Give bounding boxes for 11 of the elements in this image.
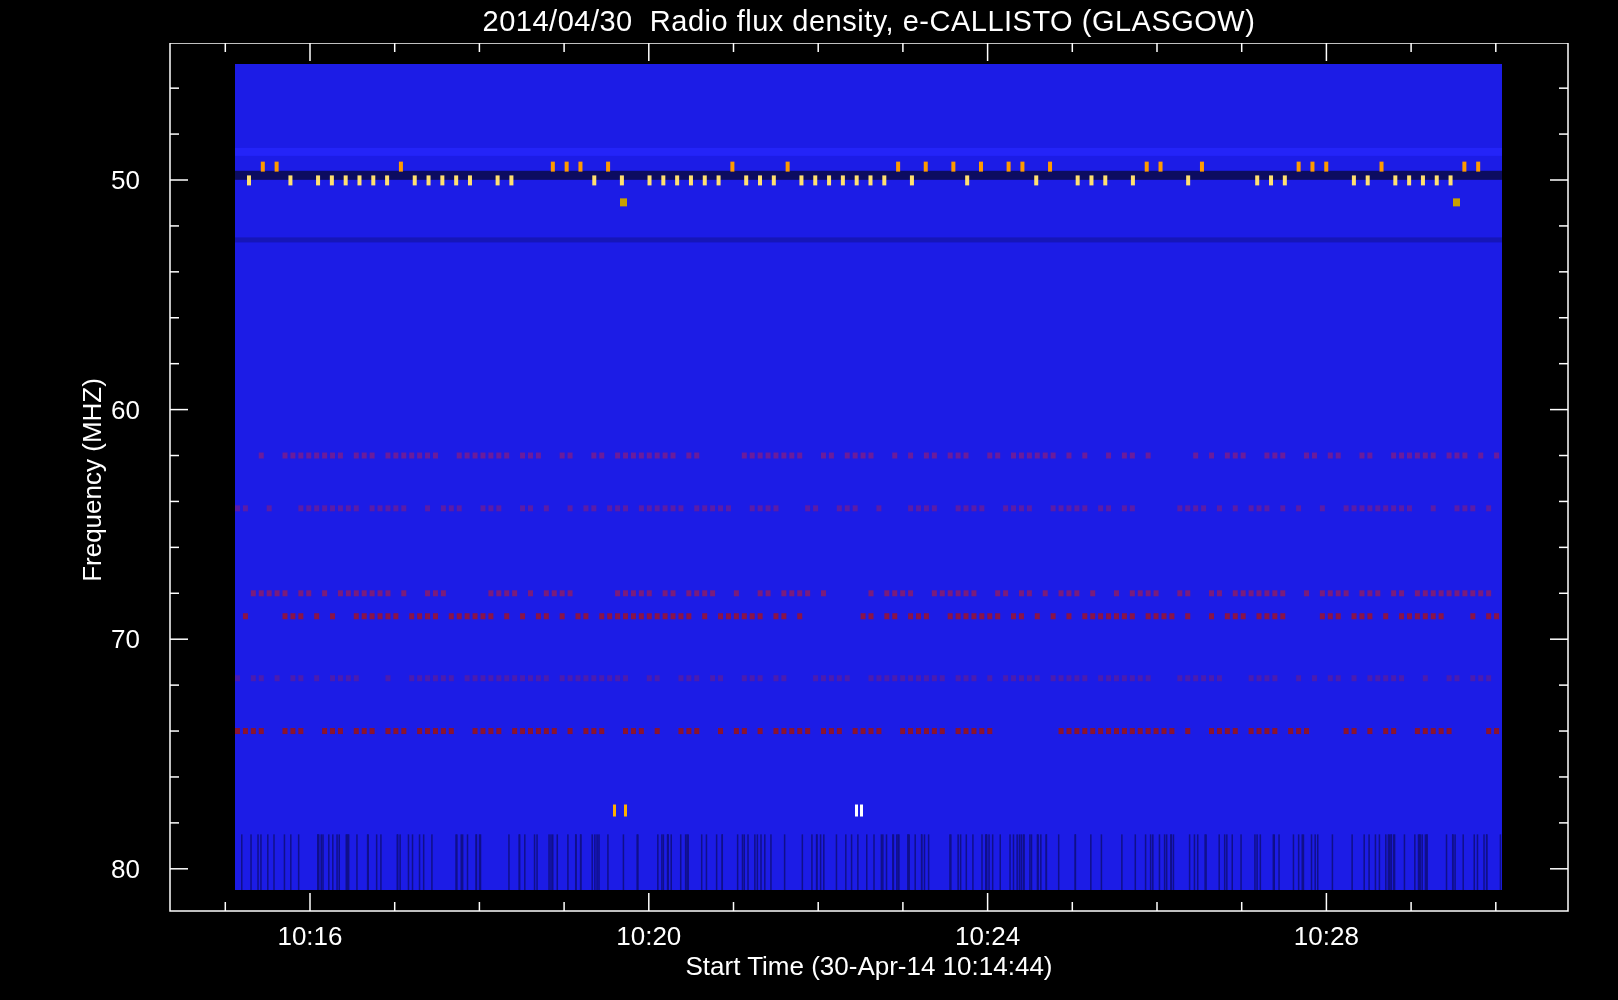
x-tick-label: 10:28 xyxy=(1293,921,1359,951)
y-tick-label: 70 xyxy=(111,624,140,655)
y-tick-label: 50 xyxy=(111,165,140,195)
x-tick-label: 10:16 xyxy=(277,921,343,951)
x-axis-label: Start Time (30-Apr-14 10:14:44) xyxy=(685,951,1053,981)
x-tick-label: 10:24 xyxy=(955,921,1021,951)
y-tick-label: 80 xyxy=(111,853,140,884)
x-tick-label: 10:20 xyxy=(616,921,682,951)
y-axis-label: Frequency (MHZ) xyxy=(77,378,107,582)
y-tick-label: 60 xyxy=(111,394,140,425)
chart-title: 2014/04/30 Radio flux density, e-CALLISTO (GLASGOW) xyxy=(482,4,1256,39)
